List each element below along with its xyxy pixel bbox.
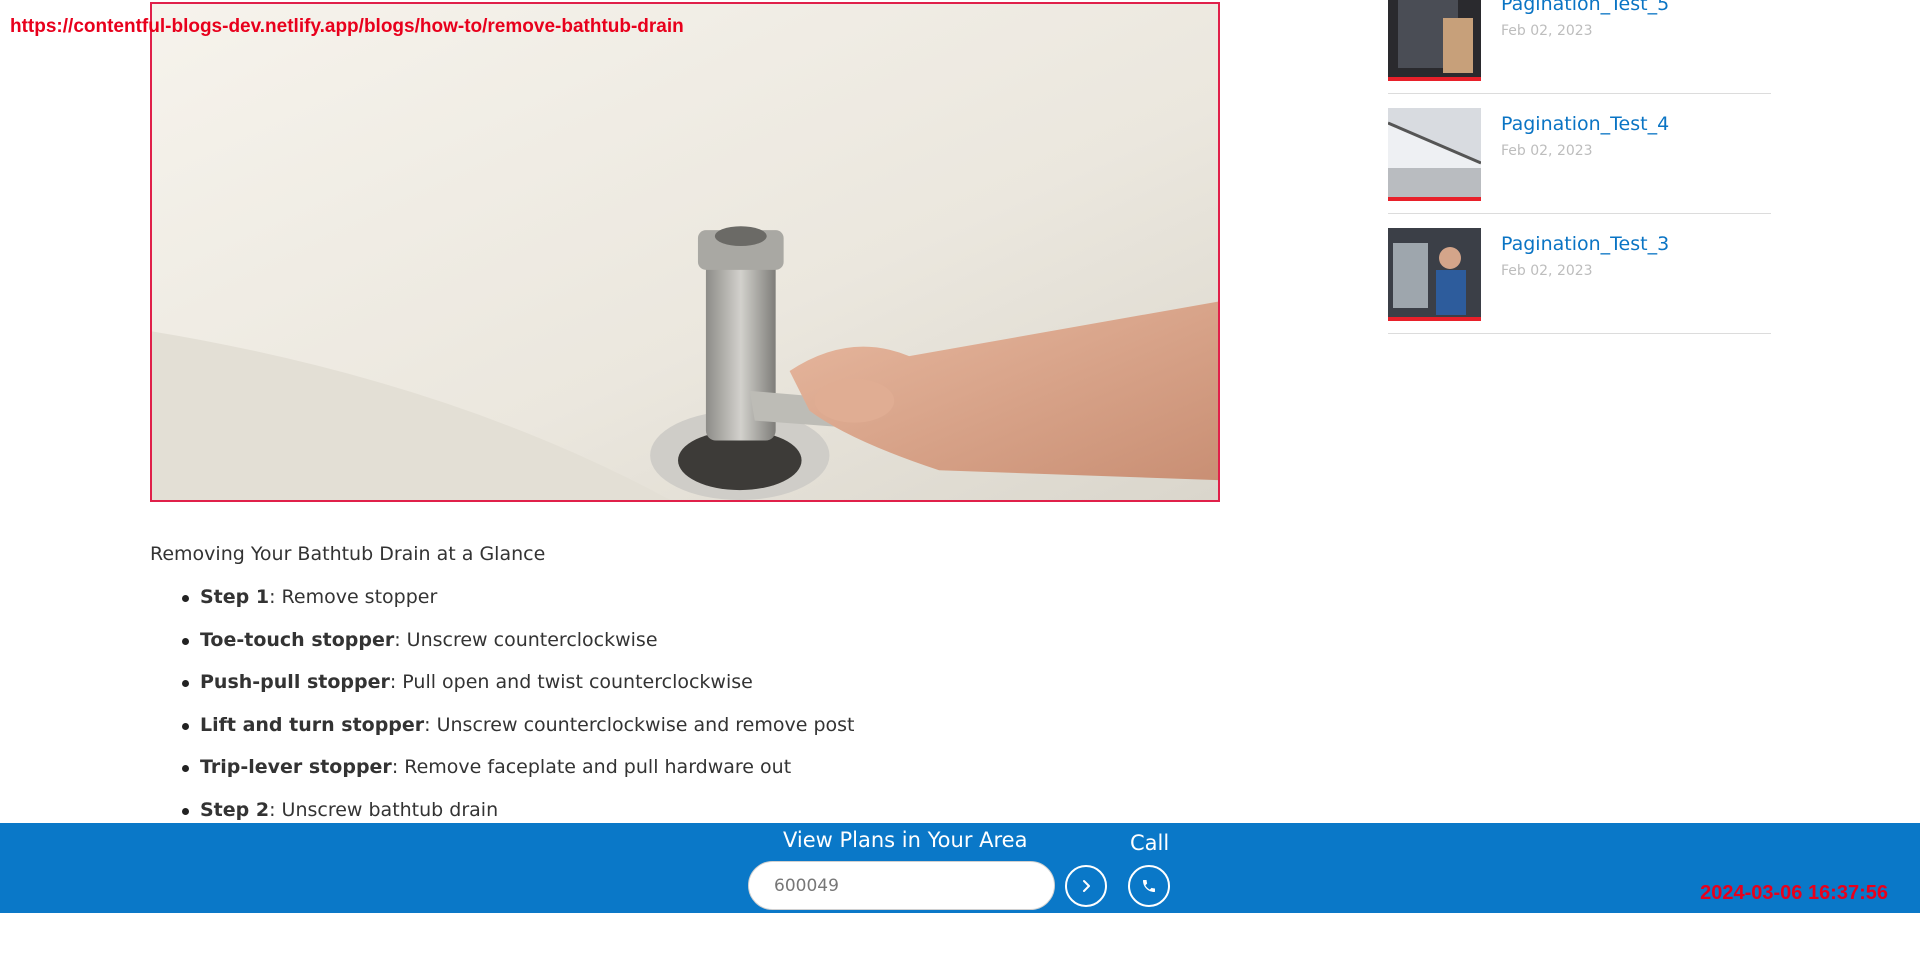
related-post[interactable]: Pagination_Test_4 Feb 02, 2023 — [1388, 94, 1771, 214]
glance-heading: Removing Your Bathtub Drain at a Glance — [150, 543, 546, 565]
step-text: : Remove stopper — [269, 586, 438, 608]
step-text: : Unscrew bathtub drain — [269, 798, 499, 821]
list-item: Lift and turn stopper: Unscrew countercl… — [178, 714, 855, 757]
step-text: : Pull open and twist counterclockwise — [389, 671, 753, 693]
phone-icon — [1143, 880, 1155, 892]
view-plans-label: View Plans in Your Area — [783, 828, 1028, 852]
post-thumbnail[interactable] — [1388, 228, 1481, 321]
post-date: Feb 02, 2023 — [1501, 143, 1593, 159]
timestamp-overlay: 2024-03-06 16:37:56 — [1700, 882, 1888, 904]
post-date: Feb 02, 2023 — [1501, 23, 1593, 39]
post-title[interactable]: Pagination_Test_3 — [1501, 233, 1669, 255]
view-plans-bar: View Plans in Your Area Call — [0, 823, 1920, 913]
step-text: : Unscrew counterclockwise — [394, 628, 658, 651]
step-term: Step 2 — [200, 798, 270, 821]
list-item: Trip-lever stopper: Remove faceplate and… — [178, 756, 855, 799]
step-term: Trip-lever stopper — [200, 756, 392, 778]
post-thumbnail[interactable] — [1388, 0, 1481, 81]
list-item: Step 1: Remove stopper — [178, 586, 855, 629]
zip-code-input[interactable] — [748, 861, 1055, 910]
post-title[interactable]: Pagination_Test_4 — [1501, 113, 1669, 135]
post-title[interactable]: Pagination_Test_5 — [1501, 0, 1669, 15]
list-item: Push-pull stopper: Pull open and twist c… — [178, 671, 855, 714]
related-posts-sidebar: Pagination_Test_5 Feb 02, 2023 Paginatio… — [1388, 0, 1771, 334]
post-thumbnail[interactable] — [1388, 108, 1481, 201]
related-post[interactable]: Pagination_Test_3 Feb 02, 2023 — [1388, 214, 1771, 334]
list-item: Toe-touch stopper: Unscrew counterclockw… — [178, 629, 855, 672]
steps-list: Step 1: Remove stopper Toe-touch stopper… — [178, 586, 855, 841]
step-term: Toe-touch stopper — [200, 628, 395, 651]
step-term: Push-pull stopper — [200, 671, 390, 693]
call-label: Call — [1130, 831, 1170, 855]
step-text: : Unscrew counterclockwise and remove po… — [424, 713, 855, 736]
post-date: Feb 02, 2023 — [1501, 263, 1593, 279]
call-button[interactable] — [1128, 865, 1170, 907]
hero-image — [150, 2, 1220, 502]
step-term: Lift and turn stopper — [200, 713, 425, 736]
url-overlay: https://contentful-blogs-dev.netlify.app… — [10, 16, 684, 37]
submit-zip-button[interactable] — [1065, 865, 1107, 907]
chevron-right-icon — [1083, 880, 1090, 892]
related-post[interactable]: Pagination_Test_5 Feb 02, 2023 — [1388, 0, 1771, 94]
step-text: : Remove faceplate and pull hardware out — [391, 756, 792, 778]
step-term: Step 1 — [200, 586, 270, 608]
